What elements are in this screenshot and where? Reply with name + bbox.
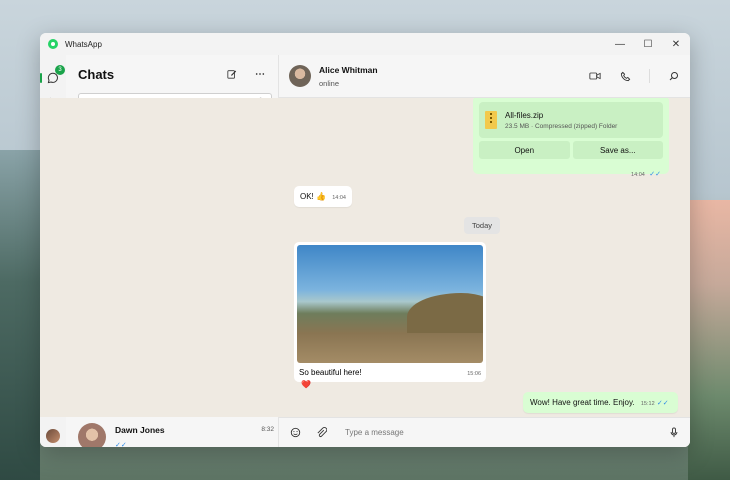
file-message: All-files.zip 23.5 MB · Compressed (zipp… xyxy=(473,98,669,178)
title-bar: WhatsApp — ☐ ✕ xyxy=(40,33,690,55)
chat-list-item[interactable]: Dawn Jones 8:32 ✓✓ xyxy=(72,416,278,447)
conversation-header: Alice Whitman online xyxy=(279,55,690,98)
voice-call-button[interactable] xyxy=(619,70,631,82)
message-time: 14:04 xyxy=(631,172,645,178)
open-file-button[interactable]: Open xyxy=(479,141,570,159)
attach-button[interactable] xyxy=(315,427,327,439)
new-chat-button[interactable] xyxy=(226,68,238,80)
read-receipt-icon: ✓✓ xyxy=(115,441,127,447)
search-icon xyxy=(669,72,678,81)
chat-time: 8:32 xyxy=(261,426,274,434)
message-area: All-files.zip 23.5 MB · Compressed (zipp… xyxy=(40,98,690,417)
video-camera-icon xyxy=(589,72,601,80)
search-messages-button[interactable] xyxy=(668,70,680,82)
paperclip-icon xyxy=(317,427,327,437)
read-receipt-icon: ✓✓ xyxy=(649,171,661,178)
close-button[interactable]: ✕ xyxy=(662,33,690,55)
smiley-icon xyxy=(290,427,300,438)
microphone-icon xyxy=(670,427,678,438)
message-text: OK! 👍 xyxy=(300,192,326,201)
date-divider: Today xyxy=(464,217,501,234)
landscape-photo[interactable] xyxy=(297,245,483,363)
message-composer xyxy=(279,417,690,447)
chats-title: Chats xyxy=(78,66,115,82)
outgoing-message: Wow! Have great time. Enjoy. 15:12 ✓✓ xyxy=(523,392,678,413)
maximize-button[interactable]: ☐ xyxy=(634,33,662,55)
profile-avatar[interactable] xyxy=(46,429,60,443)
incoming-message: OK! 👍 14:04 xyxy=(294,186,352,207)
file-attachment[interactable]: All-files.zip 23.5 MB · Compressed (zipp… xyxy=(479,102,663,138)
file-meta: 23.5 MB · Compressed (zipped) Folder xyxy=(505,122,618,130)
message-time: 14:04 xyxy=(332,195,346,201)
phone-icon xyxy=(620,71,630,81)
contact-name[interactable]: Alice Whitman xyxy=(319,65,378,75)
emoji-button[interactable] xyxy=(289,427,301,439)
video-call-button[interactable] xyxy=(589,70,601,82)
save-as-button[interactable]: Save as... xyxy=(572,141,663,159)
zip-file-icon xyxy=(485,111,497,129)
conversation-panel: Alice Whitman online All-files.zip 23.5 … xyxy=(40,55,690,447)
desktop-wallpaper-right xyxy=(688,200,730,480)
contact-status: online xyxy=(319,78,340,88)
message-time: 15:06 xyxy=(467,371,481,377)
header-divider xyxy=(649,69,650,83)
compose-icon xyxy=(227,70,237,79)
file-name: All-files.zip xyxy=(505,110,544,120)
unread-badge: 3 xyxy=(55,65,65,75)
chat-avatar xyxy=(78,422,106,447)
read-receipt-icon: ✓✓ xyxy=(656,400,669,407)
more-options-button[interactable] xyxy=(254,68,266,80)
minimize-button[interactable]: — xyxy=(606,33,634,55)
ellipsis-icon xyxy=(255,73,265,75)
chat-name: Dawn Jones xyxy=(115,424,165,435)
contact-avatar[interactable] xyxy=(289,65,311,87)
photo-caption: So beautiful here! xyxy=(299,368,362,377)
chats-nav-button[interactable]: 3 xyxy=(40,65,65,87)
app-window: WhatsApp — ☐ ✕ 3 Chats Search or start n… xyxy=(40,33,690,447)
message-time: 15:12 xyxy=(640,401,655,407)
message-text: Wow! Have great time. Enjoy. xyxy=(530,398,635,407)
window-title: WhatsApp xyxy=(65,39,102,49)
desktop-wallpaper-left xyxy=(0,150,40,480)
reaction-heart[interactable]: ❤️ xyxy=(301,380,311,389)
whatsapp-logo-icon xyxy=(48,39,58,49)
message-input[interactable] xyxy=(345,428,668,437)
chat-last-message: ✓✓ xyxy=(115,440,129,447)
voice-message-button[interactable] xyxy=(668,427,680,439)
photo-message: So beautiful here! 15:06 xyxy=(294,242,486,382)
